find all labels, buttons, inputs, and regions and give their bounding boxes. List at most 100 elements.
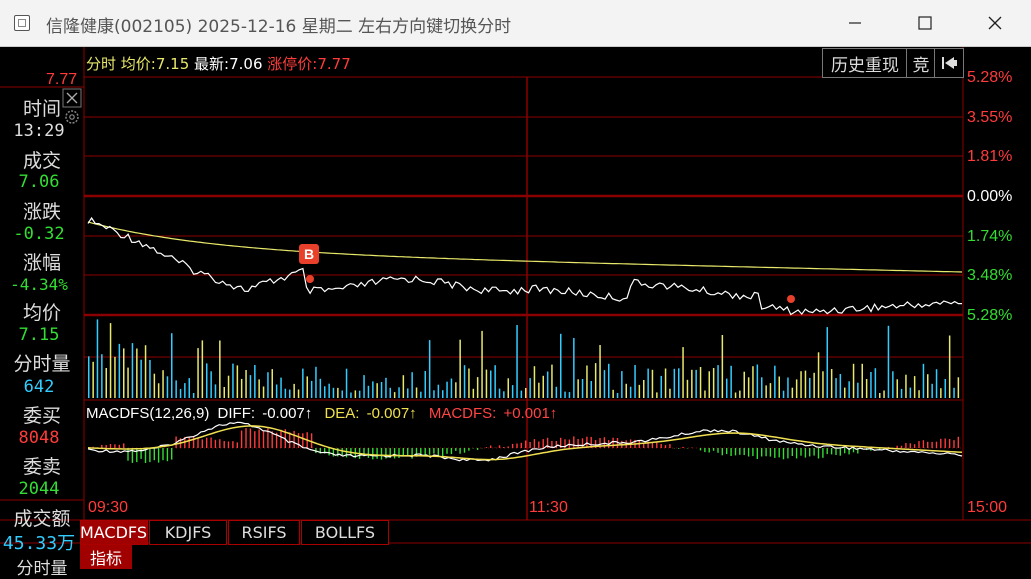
- time-axis-start: 09:30: [88, 499, 128, 516]
- macd-bar: [770, 448, 771, 457]
- volume-bar: [438, 385, 440, 398]
- volume-bar: [202, 340, 204, 398]
- back-to-start-button[interactable]: [934, 48, 964, 78]
- volume-bar: [687, 380, 689, 398]
- macd-bar: [577, 439, 578, 448]
- macd-bar: [451, 448, 452, 454]
- chart-frame: [0, 47, 1031, 543]
- volume-bar: [678, 368, 680, 398]
- macd-bar: [822, 448, 823, 458]
- volume-bar: [92, 362, 94, 398]
- volume-bar: [267, 372, 269, 398]
- volume-bar: [726, 379, 728, 398]
- macd-bar: [468, 448, 469, 451]
- macd-bar: [612, 438, 613, 448]
- macd-bar: [730, 448, 731, 456]
- tab-kdjfs[interactable]: KDJFS: [149, 520, 227, 545]
- volume-bar: [949, 336, 951, 399]
- macd-bar: [372, 448, 373, 459]
- volume-bar: [840, 374, 842, 398]
- volume-bar: [770, 383, 772, 398]
- macd-bar: [237, 442, 238, 448]
- right-axis-label: 1.74%: [967, 228, 1012, 245]
- tab-rsifs[interactable]: RSIFS: [228, 520, 300, 545]
- volume-bar: [346, 369, 348, 398]
- tab-indicator[interactable]: 指标: [80, 545, 132, 569]
- right-axis-label: 3.55%: [967, 109, 1012, 126]
- volume-bar: [626, 384, 628, 398]
- right-axis-labels: 5.28%3.55%1.81%0.00%1.74%3.48%5.28%: [967, 69, 1012, 324]
- intraday-chart[interactable]: B 5.28%3.55%1.81%0.00%1.74%3.48%5.28% 7.…: [0, 0, 1031, 571]
- volume-bar: [280, 378, 282, 398]
- macd-bar: [459, 448, 460, 454]
- auction-button[interactable]: 竞: [906, 48, 936, 78]
- volume-bar: [459, 340, 461, 398]
- time-axis-end: 15:00: [967, 499, 1007, 516]
- macd-bar: [171, 448, 172, 460]
- volume-bar: [879, 393, 881, 398]
- limit-up-value: 7.77: [317, 55, 350, 73]
- volume-bar: [656, 392, 658, 398]
- volume-bar: [333, 388, 335, 398]
- volume-bar: [250, 375, 252, 398]
- volume-bar: [237, 365, 239, 398]
- history-replay-button[interactable]: 历史重现: [822, 48, 908, 78]
- macd-bar: [149, 448, 150, 462]
- volume-bar: [822, 371, 824, 398]
- volume-bar: [844, 388, 846, 398]
- volume-bar: [355, 390, 357, 398]
- volume-bar: [661, 376, 663, 398]
- volume-bar: [263, 387, 265, 399]
- sidebar-pct-value: -4.34%: [2, 275, 76, 294]
- volume-bar: [709, 371, 711, 398]
- volume-bar: [883, 391, 885, 399]
- macd-bar: [927, 442, 928, 448]
- volume-bar: [411, 372, 413, 398]
- tab-bollfs[interactable]: BOLLFS: [301, 520, 389, 545]
- macd-bar: [302, 433, 303, 448]
- volume-bar: [499, 389, 501, 398]
- volume-bar: [914, 376, 916, 398]
- tab-macdfs[interactable]: MACDFS: [80, 520, 148, 545]
- volume-bar: [442, 390, 444, 398]
- macd-bar: [446, 448, 447, 454]
- volume-bar: [853, 364, 855, 398]
- volume-bar: [503, 391, 505, 398]
- signal-point: [787, 295, 795, 303]
- volume-bar: [805, 371, 807, 398]
- volume-bar: [228, 376, 230, 398]
- volume-bar: [403, 375, 405, 398]
- macd-bar: [958, 437, 959, 448]
- volume-bar: [735, 393, 737, 399]
- sidebar-ask-label: 委卖: [6, 452, 78, 479]
- volume-bar: [595, 363, 597, 398]
- macd-bar: [140, 448, 141, 459]
- volume-bar: [175, 380, 177, 398]
- volume-bar: [516, 325, 518, 398]
- macd-bar: [573, 436, 574, 448]
- macd-bar: [197, 438, 198, 448]
- volume-bar: [206, 363, 208, 398]
- volume-bar: [385, 378, 387, 398]
- macd-bar: [250, 429, 251, 449]
- volume-bar: [97, 319, 99, 398]
- time-axis-mid: 11:30: [529, 499, 568, 516]
- macd-bar: [910, 443, 911, 448]
- volume-bar: [958, 377, 960, 398]
- volume-bar: [337, 388, 339, 398]
- macd-bar: [167, 448, 168, 461]
- back-to-start-icon: [940, 55, 958, 71]
- volume-bar: [674, 369, 676, 398]
- volume-bar: [787, 378, 789, 399]
- volume-bar: [390, 388, 392, 398]
- macd-bar: [940, 439, 941, 448]
- macd-bar: [931, 442, 932, 448]
- buy-marker[interactable]: B: [299, 244, 319, 283]
- buy-marker-label: B: [304, 246, 314, 262]
- macd-bar: [442, 448, 443, 456]
- volume-bar: [407, 388, 409, 398]
- macd-bar: [905, 443, 906, 448]
- volume-bar: [862, 364, 864, 398]
- volume-bar: [691, 370, 693, 398]
- macd-bar: [106, 445, 107, 448]
